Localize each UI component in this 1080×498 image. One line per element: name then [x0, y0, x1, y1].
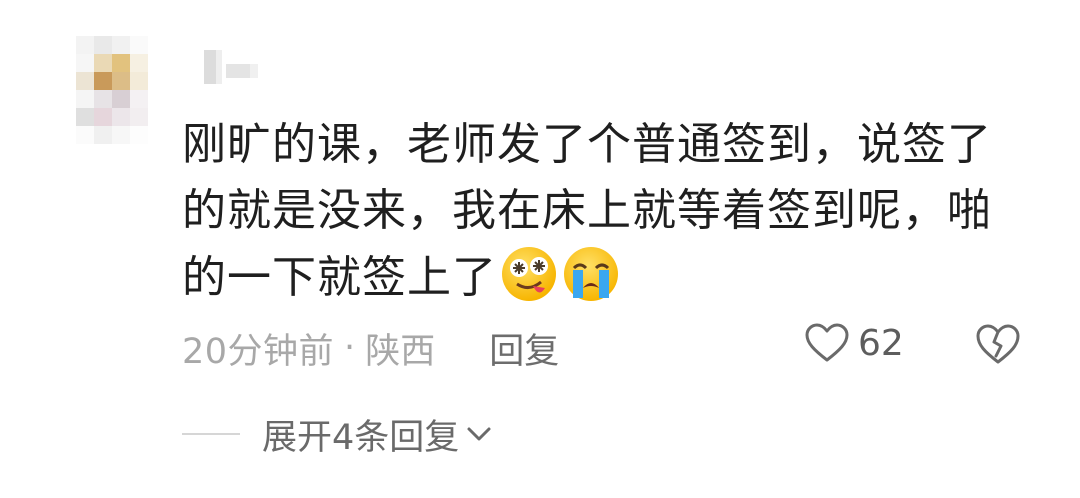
- expand-replies-button[interactable]: 展开4条回复: [262, 409, 493, 460]
- timestamp: 20分钟前: [182, 331, 335, 372]
- meta-separator: ·: [344, 328, 356, 368]
- like-count: 62: [858, 322, 904, 364]
- location: 陕西: [365, 331, 436, 372]
- loudly-crying-face-emoji: [564, 247, 618, 301]
- comment-text: 刚旷的课，老师发了个普通签到，说签了的就是没来，我在床上就等着签到呢，啪的一下就…: [182, 112, 1022, 311]
- dislike-button[interactable]: [974, 322, 1022, 370]
- divider-line: [182, 433, 240, 435]
- expand-replies-label: 展开4条回复: [262, 417, 460, 458]
- reply-button[interactable]: 回复: [489, 323, 559, 374]
- comment-meta: 20分钟前 · 陕西 回复: [182, 320, 559, 376]
- username[interactable]: [200, 50, 260, 84]
- expand-replies-row: 展开4条回复: [182, 408, 493, 460]
- broken-heart-icon: [976, 324, 1020, 364]
- like-button[interactable]: 62: [804, 322, 904, 364]
- drooling-dizzy-face-emoji: [502, 247, 556, 301]
- heart-outline-icon: [805, 323, 849, 362]
- comment-item: 刚旷的课，老师发了个普通签到，说签了的就是没来，我在床上就等着签到呢，啪的一下就…: [0, 0, 1080, 498]
- chevron-down-icon: [467, 427, 491, 441]
- avatar[interactable]: [76, 36, 148, 148]
